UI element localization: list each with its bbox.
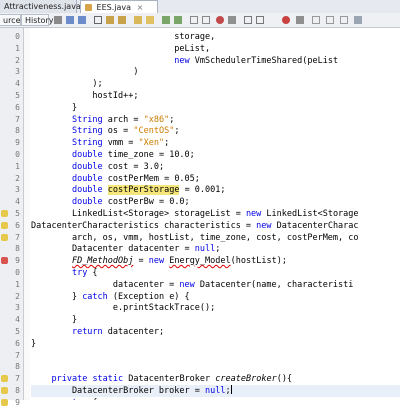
- line-number: 0: [15, 32, 20, 41]
- close-tab-icon[interactable]: ×: [137, 3, 144, 12]
- comment-icon[interactable]: [244, 16, 252, 24]
- code-line[interactable]: LinkedList<Storage> storageList = new Li…: [31, 208, 400, 220]
- line-number: 8: [15, 362, 20, 372]
- line-number: 2: [15, 173, 20, 183]
- line-number: 3: [15, 303, 20, 313]
- line-number: 0: [15, 268, 20, 277]
- code-line[interactable]: }: [31, 102, 400, 114]
- code-line[interactable]: [31, 350, 400, 362]
- shift-left-icon[interactable]: [190, 16, 198, 24]
- code-line[interactable]: ): [31, 66, 400, 78]
- line-number: 2: [15, 55, 20, 65]
- code-line[interactable]: try {: [31, 267, 400, 279]
- line-number: 0: [15, 150, 20, 159]
- code-line[interactable]: String vmm = "Xen";: [31, 137, 400, 149]
- java-file-icon: [85, 4, 92, 11]
- format-icon[interactable]: [312, 16, 320, 24]
- code-line[interactable]: double costPerStorage = 0.001;: [31, 184, 400, 196]
- line-number: 3: [15, 185, 20, 195]
- code-line[interactable]: new VmSchedulerTimeShared(peList: [31, 55, 400, 67]
- code-line[interactable]: storage,: [31, 31, 400, 43]
- split-icon[interactable]: [326, 16, 334, 24]
- tab-attractiveness[interactable]: Attractiveness.java ×: [0, 0, 93, 13]
- code-line[interactable]: datacenter = new Datacenter(name, charac…: [31, 279, 400, 291]
- last-edit-icon[interactable]: [54, 16, 62, 24]
- code-line[interactable]: double costPerBw = 0.0;: [31, 196, 400, 208]
- code-editor[interactable]: storage, peList, new VmSchedulerTimeShar…: [31, 28, 400, 400]
- tab-label: Attractiveness.java: [4, 2, 81, 11]
- history-tab-button[interactable]: History: [21, 14, 53, 26]
- previous-bookmark-icon[interactable]: [162, 16, 170, 24]
- code-line[interactable]: double cost = 3.0;: [31, 161, 400, 173]
- warning-hint-icon[interactable]: [1, 233, 8, 241]
- code-line[interactable]: peList,: [31, 43, 400, 55]
- dock-icon[interactable]: [354, 16, 362, 24]
- line-number: 1: [15, 161, 20, 171]
- code-line[interactable]: private static DatacenterBroker createBr…: [31, 373, 400, 385]
- toggle-bookmark-icon[interactable]: [146, 16, 154, 24]
- line-number: 4: [15, 79, 20, 89]
- line-number: 1: [15, 43, 20, 53]
- line-number: 7: [15, 114, 20, 124]
- uncomment-icon[interactable]: [256, 16, 264, 24]
- warning-hint-icon[interactable]: [1, 375, 8, 383]
- stop-macro-icon[interactable]: [228, 16, 236, 24]
- diff-icon[interactable]: [340, 16, 348, 24]
- code-line[interactable]: e.printStackTrace();: [31, 302, 400, 314]
- code-line[interactable]: Datacenter datacenter = null;: [31, 243, 400, 255]
- warning-hint-icon[interactable]: [1, 210, 8, 217]
- code-line[interactable]: String arch = "x86";: [31, 114, 400, 126]
- line-number: 5: [15, 91, 20, 100]
- stop-icon[interactable]: [296, 16, 304, 24]
- line-number: 4: [15, 197, 20, 207]
- code-line[interactable]: }: [31, 314, 400, 326]
- line-number: 8: [15, 244, 20, 254]
- code-line[interactable]: FD_MethodObj = new Energy_Model(hostList…: [31, 255, 400, 267]
- text-cursor: [230, 385, 232, 394]
- fold-strip: [24, 28, 30, 400]
- back-icon[interactable]: [66, 16, 74, 24]
- find-next-icon[interactable]: [118, 16, 126, 24]
- line-number: 3: [15, 67, 20, 77]
- warning-hint-icon[interactable]: [1, 387, 8, 394]
- tab-ees[interactable]: EES.java ×: [80, 0, 158, 13]
- code-line[interactable]: [31, 361, 400, 373]
- tab-label: EES.java: [96, 3, 132, 12]
- next-bookmark-icon[interactable]: [174, 16, 182, 24]
- record-icon[interactable]: [282, 16, 290, 24]
- forward-icon[interactable]: [78, 16, 86, 24]
- code-line[interactable]: double time_zone = 10.0;: [31, 149, 400, 161]
- code-line[interactable]: hostId++;: [31, 90, 400, 102]
- line-number: 8: [15, 126, 20, 136]
- code-line[interactable]: } catch (Exception e) {: [31, 291, 400, 303]
- toggle-highlight-icon[interactable]: [134, 16, 142, 24]
- line-number: 4: [15, 315, 20, 325]
- line-number-gutter: 01234567890123456789012345678789: [0, 28, 24, 407]
- editor-toolbar: urce History: [0, 13, 400, 28]
- line-number: 6: [15, 338, 20, 348]
- find-icon[interactable]: [94, 16, 102, 24]
- shift-right-icon[interactable]: [202, 16, 210, 24]
- warning-hint-icon[interactable]: [1, 257, 8, 265]
- code-line[interactable]: }: [31, 338, 400, 350]
- line-number: 1: [15, 279, 20, 289]
- code-line[interactable]: DatacenterCharacteristics characteristic…: [31, 220, 400, 232]
- code-line[interactable]: return datacenter;: [31, 326, 400, 338]
- line-number: 9: [15, 138, 20, 148]
- start-macro-icon[interactable]: [216, 16, 224, 24]
- code-line[interactable]: );: [31, 78, 400, 90]
- code-line[interactable]: DatacenterBroker broker = null;: [31, 385, 400, 397]
- code-line[interactable]: double costPerMem = 0.05;: [31, 173, 400, 185]
- line-number: 6: [15, 102, 20, 112]
- line-number: 5: [15, 327, 20, 336]
- line-number: 7: [15, 350, 20, 360]
- code-line[interactable]: String os = "CentOS";: [31, 125, 400, 137]
- editor-tab-bar: Attractiveness.java × EES.java ×: [0, 0, 400, 14]
- source-tab-button[interactable]: urce: [0, 14, 21, 26]
- code-line[interactable]: arch, os, vmm, hostList, time_zone, cost…: [31, 232, 400, 244]
- line-number: 2: [15, 291, 20, 301]
- warning-hint-icon[interactable]: [1, 221, 8, 229]
- find-previous-icon[interactable]: [106, 16, 114, 24]
